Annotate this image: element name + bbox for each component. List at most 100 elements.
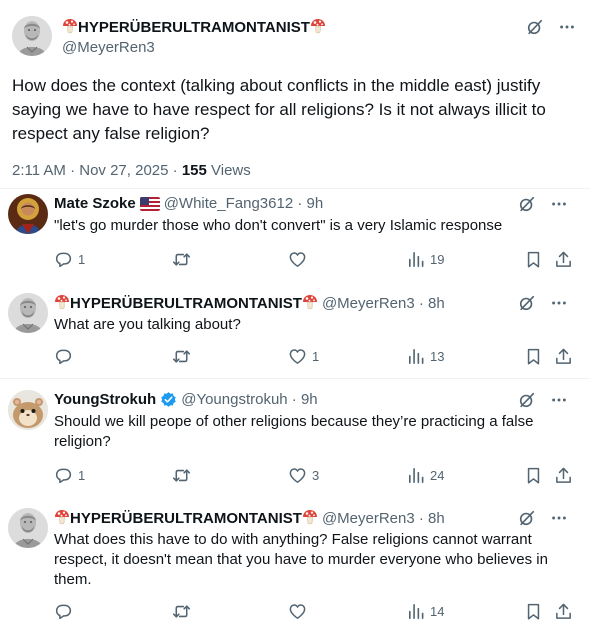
reply-header-actions xyxy=(518,509,568,527)
bookmark-button[interactable] xyxy=(524,602,543,621)
reply-count: 1 xyxy=(78,468,86,483)
avatar[interactable] xyxy=(12,16,52,56)
action-bar: 1 13 xyxy=(54,347,574,367)
more-icon[interactable] xyxy=(550,509,568,527)
share-icon xyxy=(554,347,573,366)
bookmark-button[interactable] xyxy=(524,347,543,366)
statue-avatar-icon xyxy=(8,293,48,333)
reply-header-actions xyxy=(518,294,568,312)
bookmark-icon xyxy=(524,250,543,269)
avatar[interactable] xyxy=(8,293,48,333)
reply-tweet[interactable]: HYPERÜBERULTRAMONTANIST @MeyerRen3 · 8h … xyxy=(0,496,590,630)
author-name[interactable]: HYPERÜBERULTRAMONTANIST xyxy=(54,294,318,312)
bookmark-icon xyxy=(524,347,543,366)
heart-icon xyxy=(288,466,307,485)
us-flag-icon xyxy=(139,196,160,211)
mushroom-emoji-icon xyxy=(62,18,78,34)
avatar[interactable] xyxy=(8,194,48,234)
mushroom-emoji-icon xyxy=(54,294,70,310)
reply-header: Mate Szoke @White_Fang3612 · 9h xyxy=(54,195,323,212)
more-icon[interactable] xyxy=(550,391,568,409)
bookmark-button[interactable] xyxy=(524,466,543,485)
statue-avatar-icon xyxy=(12,16,52,56)
mushroom-emoji-icon xyxy=(302,509,318,525)
mushroom-emoji-icon xyxy=(54,509,70,525)
reply-tweet[interactable]: HYPERÜBERULTRAMONTANIST @MeyerRen3 · 8h … xyxy=(0,281,590,377)
retweet-button[interactable] xyxy=(172,602,196,621)
reply-count: 1 xyxy=(78,252,86,267)
like-count: 3 xyxy=(312,468,320,483)
main-post: HYPERÜBERULTRAMONTANIST @MeyerRen3 How d… xyxy=(0,0,590,188)
reply-text: What does this have to do with anything?… xyxy=(54,531,548,588)
views-button[interactable]: 13 xyxy=(406,347,444,366)
share-button[interactable] xyxy=(554,466,573,485)
reply-icon xyxy=(54,466,73,485)
grok-icon[interactable] xyxy=(518,509,536,527)
reply-icon xyxy=(54,602,73,621)
reply-button[interactable]: 1 xyxy=(54,466,85,485)
share-icon xyxy=(554,602,573,621)
views-button[interactable]: 19 xyxy=(406,250,444,269)
views-label: Views xyxy=(206,162,251,179)
reply-icon xyxy=(54,250,73,269)
reply-button[interactable] xyxy=(54,602,78,621)
reply-button[interactable]: 1 xyxy=(54,250,85,269)
share-button[interactable] xyxy=(554,347,573,366)
bookmark-icon xyxy=(524,466,543,485)
bookmark-button[interactable] xyxy=(524,250,543,269)
more-icon[interactable] xyxy=(550,294,568,312)
more-icon[interactable] xyxy=(550,195,568,213)
views-count: 155 xyxy=(181,162,207,179)
author-name[interactable]: HYPERÜBERULTRAMONTANIST xyxy=(54,509,318,527)
author-handle[interactable]: @MeyerRen3 xyxy=(62,39,155,56)
like-button[interactable] xyxy=(288,250,312,269)
retweet-icon xyxy=(172,347,191,366)
avatar[interactable] xyxy=(8,390,48,430)
author-name[interactable]: Mate Szoke xyxy=(54,195,136,212)
author-handle[interactable]: @MeyerRen3 · 8h xyxy=(322,510,445,527)
like-button[interactable]: 3 xyxy=(288,466,319,485)
retweet-button[interactable] xyxy=(172,250,196,269)
heart-icon xyxy=(288,250,307,269)
author-handle[interactable]: @MeyerRen3 · 8h xyxy=(322,295,445,312)
grok-icon[interactable] xyxy=(526,18,544,36)
grok-icon[interactable] xyxy=(518,195,536,213)
heart-icon xyxy=(288,347,307,366)
author-name-label: HYPERÜBERULTRAMONTANIST xyxy=(70,510,302,527)
view-count: 13 xyxy=(430,349,445,364)
share-button[interactable] xyxy=(554,602,573,621)
grok-icon[interactable] xyxy=(518,294,536,312)
reply-icon xyxy=(54,347,73,366)
reply-header: HYPERÜBERULTRAMONTANIST @MeyerRen3 · 8h xyxy=(54,509,445,527)
views-button[interactable]: 24 xyxy=(406,466,444,485)
bar-chart-icon xyxy=(406,602,425,621)
view-count: 19 xyxy=(430,252,445,267)
like-button[interactable]: 1 xyxy=(288,347,319,366)
reply-header: YoungStrokuh @Youngstrokuh · 9h xyxy=(54,391,318,408)
share-button[interactable] xyxy=(554,250,573,269)
grok-icon[interactable] xyxy=(518,391,536,409)
author-handle[interactable]: @Youngstrokuh · 9h xyxy=(181,391,317,408)
retweet-button[interactable] xyxy=(172,466,196,485)
more-icon[interactable] xyxy=(558,18,576,36)
retweet-button[interactable] xyxy=(172,347,196,366)
bookmark-icon xyxy=(524,602,543,621)
like-button[interactable] xyxy=(288,602,312,621)
reply-tweet[interactable]: YoungStrokuh @Youngstrokuh · 9h Should w… xyxy=(0,378,590,496)
author-name[interactable]: HYPERÜBERULTRAMONTANIST xyxy=(62,18,326,36)
verified-badge-icon[interactable] xyxy=(160,391,177,408)
post-timestamp[interactable]: 2:11 AM · Nov 27, 2025 · xyxy=(12,162,182,179)
views-button[interactable]: 14 xyxy=(406,602,444,621)
reply-header: HYPERÜBERULTRAMONTANIST @MeyerRen3 · 8h xyxy=(54,294,445,312)
author-name[interactable]: YoungStrokuh xyxy=(54,391,156,408)
author-handle[interactable]: @White_Fang3612 · 9h xyxy=(164,195,324,212)
avatar[interactable] xyxy=(8,508,48,548)
statue-avatar-icon xyxy=(8,508,48,548)
reply-text: "let's go murder those who don't convert… xyxy=(54,217,503,234)
mushroom-emoji-icon xyxy=(310,18,326,34)
reply-button[interactable] xyxy=(54,347,78,366)
bar-chart-icon xyxy=(406,347,425,366)
reply-tweet[interactable]: Mate Szoke @White_Fang3612 · 9h "let's g… xyxy=(0,182,590,282)
author-name-label: HYPERÜBERULTRAMONTANIST xyxy=(78,19,310,36)
post-meta: 2:11 AM · Nov 27, 2025 · 155 Views xyxy=(12,162,251,179)
